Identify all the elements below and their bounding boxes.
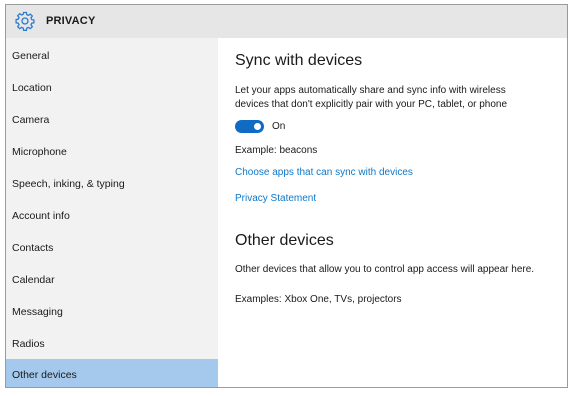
- other-devices-description: Other devices that allow you to control …: [235, 264, 535, 275]
- sidebar-item-account-info[interactable]: Account info: [6, 200, 218, 232]
- gear-icon: [15, 11, 35, 31]
- sidebar-item-radios[interactable]: Radios: [6, 328, 218, 360]
- sidebar-item-contacts[interactable]: Contacts: [6, 232, 218, 264]
- sidebar-item-camera[interactable]: Camera: [6, 104, 218, 136]
- sidebar-item-calendar[interactable]: Calendar: [6, 264, 218, 296]
- sync-heading: Sync with devices: [235, 52, 363, 69]
- other-devices-heading: Other devices: [235, 232, 334, 249]
- sidebar-item-location[interactable]: Location: [6, 72, 218, 104]
- toggle-state-label: On: [272, 121, 286, 132]
- privacy-statement-link[interactable]: Privacy Statement: [235, 193, 316, 204]
- sync-toggle[interactable]: [235, 120, 264, 133]
- settings-window: PRIVACY General Location Camera Micropho…: [5, 4, 568, 388]
- toggle-knob: [254, 123, 261, 130]
- sidebar-item-messaging[interactable]: Messaging: [6, 296, 218, 328]
- sidebar-item-speech[interactable]: Speech, inking, & typing: [6, 168, 218, 200]
- choose-apps-link[interactable]: Choose apps that can sync with devices: [235, 167, 413, 178]
- page-title: PRIVACY: [46, 15, 96, 27]
- sidebar-item-general[interactable]: General: [6, 40, 218, 72]
- other-devices-examples: Examples: Xbox One, TVs, projectors: [235, 294, 402, 305]
- sidebar-item-other-devices[interactable]: Other devices: [6, 359, 218, 387]
- sidebar-item-microphone[interactable]: Microphone: [6, 136, 218, 168]
- sync-example: Example: beacons: [235, 145, 318, 156]
- header-bar: PRIVACY: [6, 5, 567, 38]
- sync-description-line1: Let your apps automatically share and sy…: [235, 85, 506, 96]
- sidebar: General Location Camera Microphone Speec…: [6, 38, 218, 387]
- sync-description-line2: devices that don't explicitly pair with …: [235, 99, 508, 110]
